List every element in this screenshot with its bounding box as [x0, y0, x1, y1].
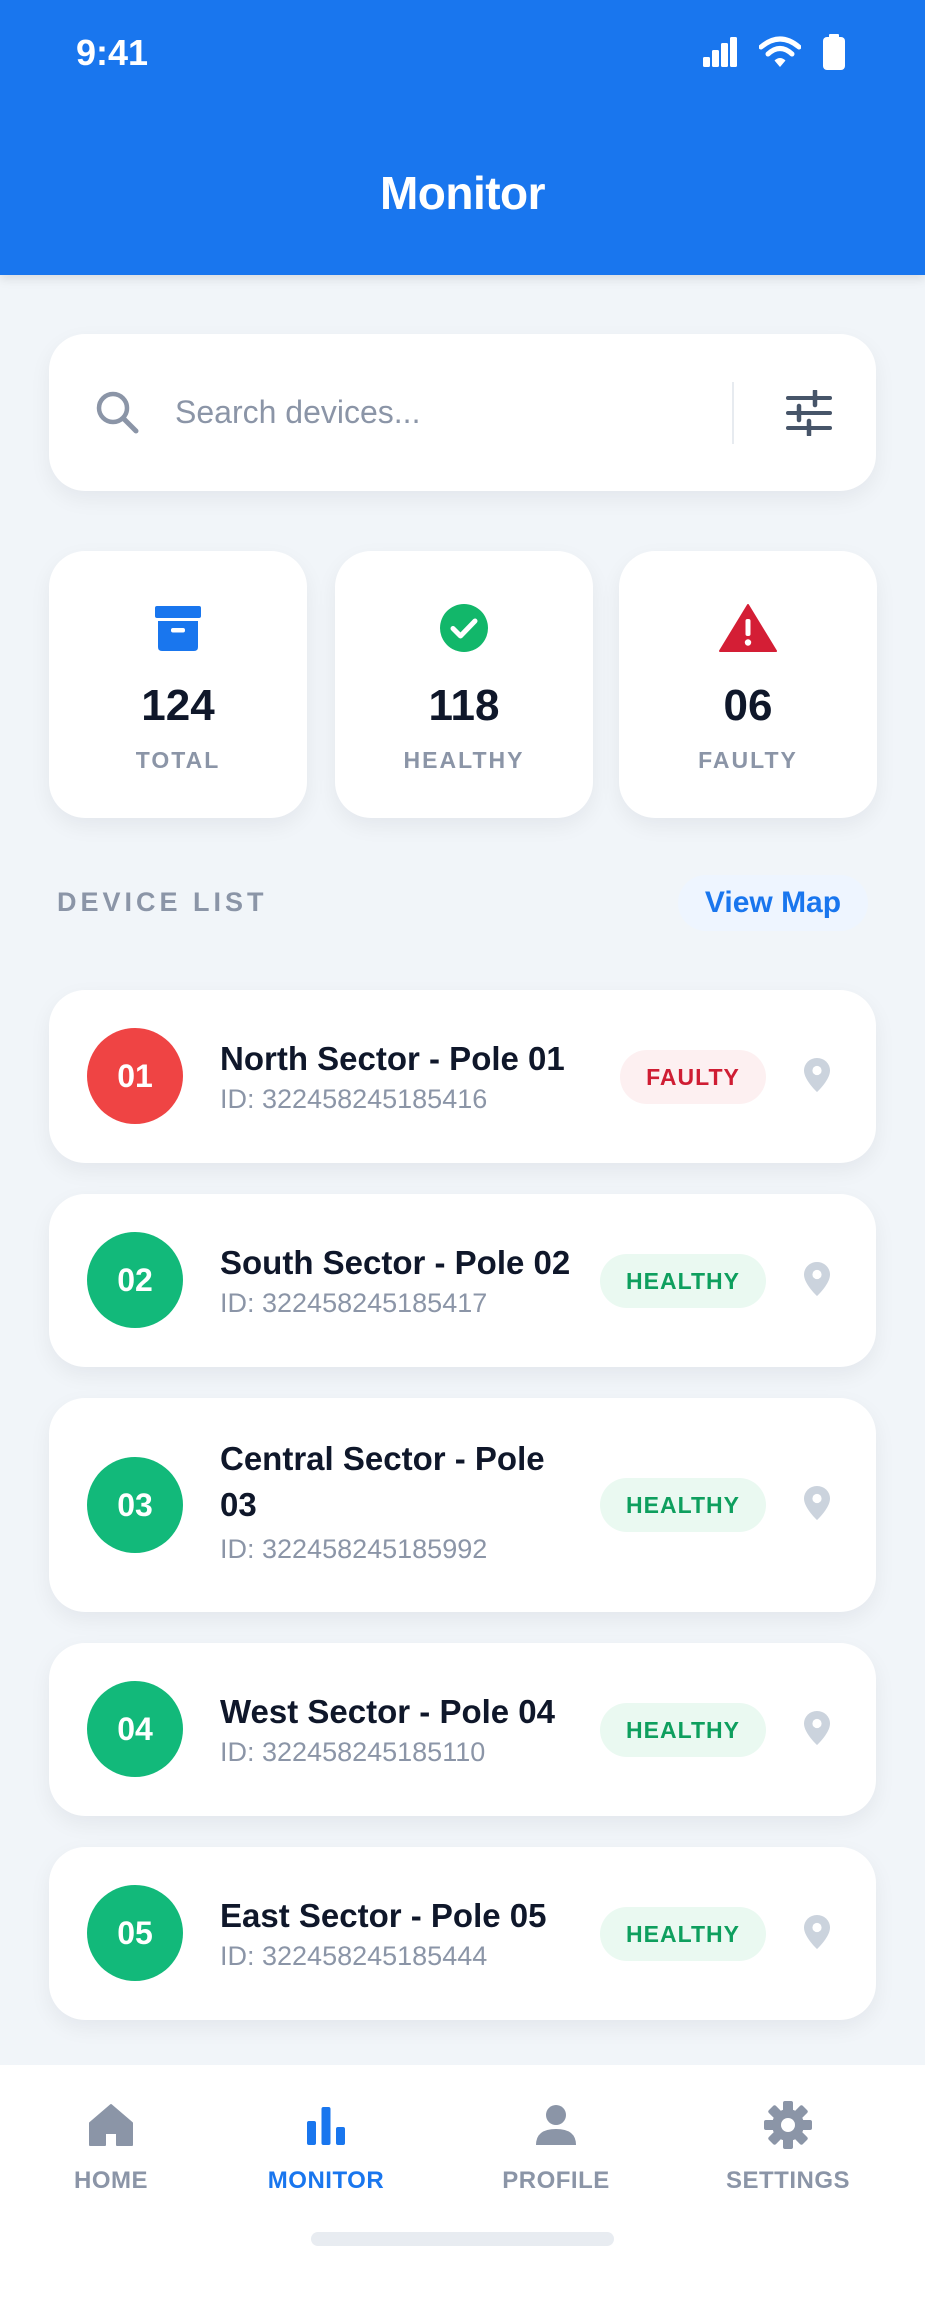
bar-chart-icon: [307, 2107, 345, 2145]
bottom-nav: HOME MONITOR PROFILE SETTINGS: [0, 2065, 925, 2323]
archive-box-icon: [155, 606, 201, 651]
view-map-button[interactable]: View Map: [678, 875, 868, 931]
nav-item-settings[interactable]: SETTINGS: [688, 2097, 888, 2195]
warning-triangle-icon: [719, 604, 777, 652]
wifi-icon: [759, 36, 801, 67]
nav-label: MONITOR: [267, 2167, 385, 2194]
sliders-icon: [786, 390, 832, 436]
nav-item-profile[interactable]: PROFILE: [456, 2097, 656, 2195]
stat-label: TOTAL: [135, 747, 221, 773]
filter-button[interactable]: [769, 378, 849, 448]
device-row[interactable]: 01 North Sector - Pole 01 ID: 3224582451…: [49, 990, 876, 1163]
device-id: ID: 322458245185444: [220, 1941, 488, 1971]
stat-value: 06: [723, 681, 773, 730]
stat-value: 118: [428, 681, 500, 730]
nav-label: HOME: [74, 2167, 148, 2194]
stat-label: FAULTY: [698, 747, 798, 773]
battery-icon: [823, 34, 845, 70]
stat-card-healthy[interactable]: 118 HEALTHY: [335, 551, 593, 818]
device-id: ID: 322458245185992: [220, 1534, 488, 1564]
search-divider: [732, 382, 734, 444]
gear-icon: [764, 2101, 812, 2149]
search-bar: [49, 334, 876, 491]
device-number-badge: 01: [87, 1028, 183, 1124]
status-time: 9:41: [76, 32, 149, 73]
device-id: ID: 322458245185417: [220, 1288, 488, 1318]
device-name: Central Sector - Pole 03: [220, 1440, 545, 1523]
signal-icon: [703, 37, 737, 67]
location-pin-icon[interactable]: [801, 1915, 833, 1955]
device-name: South Sector - Pole 02: [220, 1244, 571, 1281]
device-row[interactable]: 04 West Sector - Pole 04 ID: 32245824518…: [49, 1643, 876, 1816]
stat-label: HEALTHY: [403, 747, 525, 773]
status-badge: FAULTY: [620, 1050, 766, 1104]
home-indicator: [311, 2232, 614, 2246]
status-badge: HEALTHY: [600, 1478, 766, 1532]
status-badge: HEALTHY: [600, 1254, 766, 1308]
location-pin-icon[interactable]: [801, 1486, 833, 1526]
device-name: East Sector - Pole 05: [220, 1897, 547, 1934]
device-number-badge: 05: [87, 1885, 183, 1981]
device-number-badge: 02: [87, 1232, 183, 1328]
location-pin-icon[interactable]: [801, 1058, 833, 1098]
location-pin-icon[interactable]: [801, 1262, 833, 1302]
device-list-title: DEVICE LIST: [57, 887, 268, 917]
page-title: Monitor: [379, 167, 546, 219]
nav-item-monitor[interactable]: MONITOR: [226, 2097, 426, 2195]
app-header: 9:41 Monitor: [0, 0, 925, 275]
stat-card-total[interactable]: 124 TOTAL: [49, 551, 307, 818]
location-pin-icon[interactable]: [801, 1711, 833, 1751]
search-icon: [93, 388, 143, 443]
nav-label: PROFILE: [502, 2167, 610, 2194]
search-input[interactable]: [175, 384, 735, 440]
device-name: West Sector - Pole 04: [220, 1693, 556, 1730]
stat-card-faulty[interactable]: 06 FAULTY: [619, 551, 877, 818]
stat-value: 124: [141, 681, 215, 730]
device-number-badge: 03: [87, 1457, 183, 1553]
device-row[interactable]: 03 Central Sector - Pole 03 ID: 32245824…: [49, 1398, 876, 1612]
person-icon: [536, 2105, 576, 2145]
device-id: ID: 322458245185110: [220, 1737, 486, 1767]
device-number-badge: 04: [87, 1681, 183, 1777]
nav-item-home[interactable]: HOME: [11, 2097, 211, 2195]
status-badge: HEALTHY: [600, 1907, 766, 1961]
home-icon: [89, 2104, 133, 2146]
nav-label: SETTINGS: [725, 2167, 850, 2194]
device-name: North Sector - Pole 01: [220, 1040, 565, 1077]
device-row[interactable]: 05 East Sector - Pole 05 ID: 32245824518…: [49, 1847, 876, 2020]
status-badge: HEALTHY: [600, 1703, 766, 1757]
device-row[interactable]: 02 South Sector - Pole 02 ID: 3224582451…: [49, 1194, 876, 1367]
device-id: ID: 322458245185416: [220, 1084, 488, 1114]
check-circle-icon: [440, 604, 488, 652]
status-icons: [703, 34, 845, 70]
